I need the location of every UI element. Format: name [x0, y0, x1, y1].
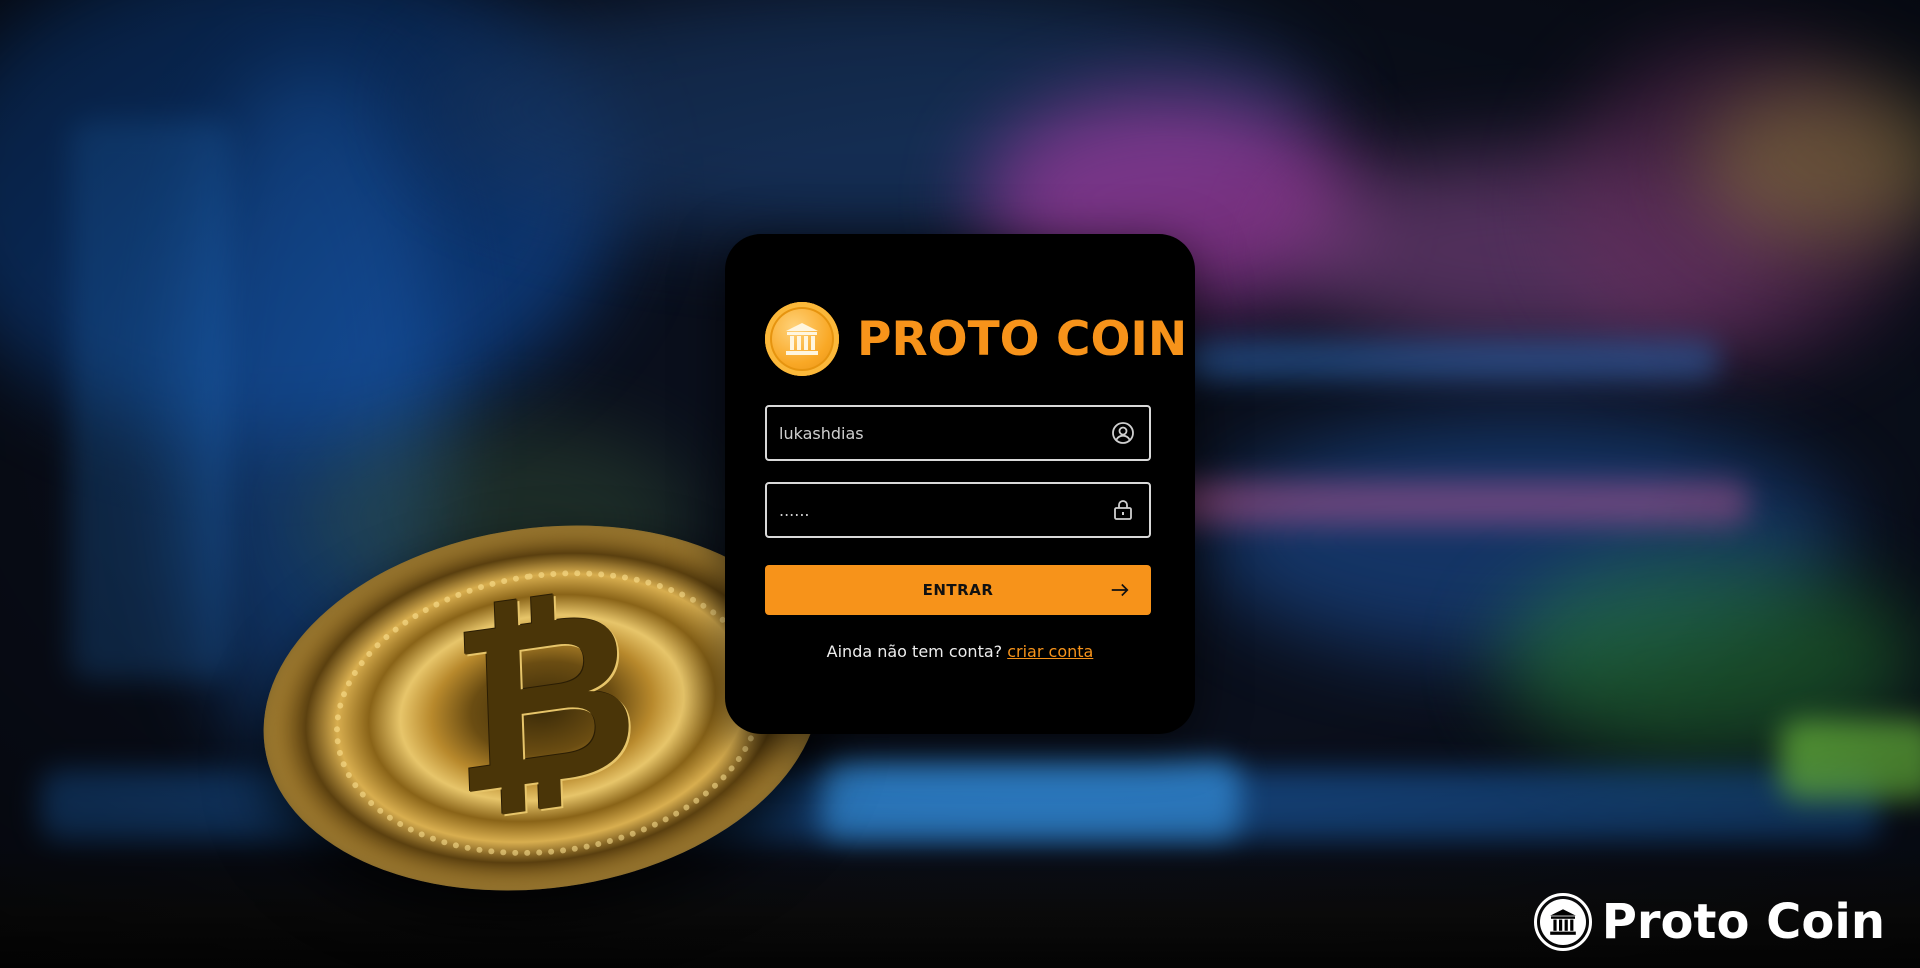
signup-prompt: Ainda não tem conta? criar conta: [725, 642, 1195, 661]
create-account-link[interactable]: criar conta: [1007, 642, 1093, 661]
password-field[interactable]: [765, 482, 1151, 538]
bitcoin-symbol: ₿: [447, 554, 643, 850]
arrow-right-icon: [1111, 583, 1129, 597]
brand-header: PROTO COIN: [765, 302, 1187, 376]
login-card: PROTO COIN ENTRAR Ainda não tem conta? c…: [725, 234, 1195, 734]
lock-icon: [1114, 500, 1132, 520]
username-input[interactable]: [767, 407, 1109, 459]
user-circle-icon: [1112, 422, 1134, 444]
footer-logo: Proto Coin: [1533, 893, 1885, 951]
signup-prompt-text: Ainda não tem conta?: [826, 642, 1003, 661]
submit-label: ENTRAR: [922, 581, 994, 599]
bank-icon: [765, 302, 839, 376]
username-field[interactable]: [765, 405, 1151, 461]
brand-title: PROTO COIN: [857, 311, 1188, 367]
password-input[interactable]: [767, 484, 1109, 536]
footer-title: Proto Coin: [1601, 894, 1885, 950]
bank-icon: [1533, 893, 1592, 951]
submit-button[interactable]: ENTRAR: [765, 565, 1151, 615]
